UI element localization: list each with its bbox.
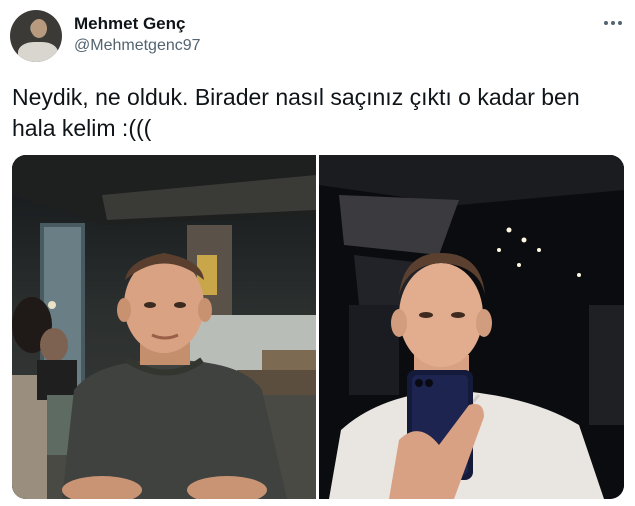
avatar-head xyxy=(31,19,47,38)
author-display-name[interactable]: Mehmet Genç xyxy=(74,14,185,34)
more-options-button[interactable] xyxy=(598,10,628,36)
more-dot-icon xyxy=(611,21,615,25)
photo-left[interactable] xyxy=(12,155,316,499)
tweet-text-line: Neydik, ne olduk. Birader nasıl saçınız … xyxy=(12,84,580,110)
tweet-text: Neydik, ne olduk. Birader nasıl saçınız … xyxy=(12,82,622,144)
photo-left-image xyxy=(12,155,316,499)
tweet-text-line: hala kelim :((( xyxy=(12,115,152,141)
photo-right[interactable] xyxy=(319,155,624,499)
tweet-media xyxy=(12,155,624,499)
more-dot-icon xyxy=(618,21,622,25)
avatar-shirt xyxy=(18,42,58,62)
tweet-card: Mehmet Genç @Mehmetgenc97 Neydik, ne old… xyxy=(0,0,635,506)
more-dot-icon xyxy=(604,21,608,25)
author-avatar[interactable] xyxy=(10,10,62,62)
author-handle[interactable]: @Mehmetgenc97 xyxy=(74,37,201,55)
photo-right-image xyxy=(319,155,624,499)
